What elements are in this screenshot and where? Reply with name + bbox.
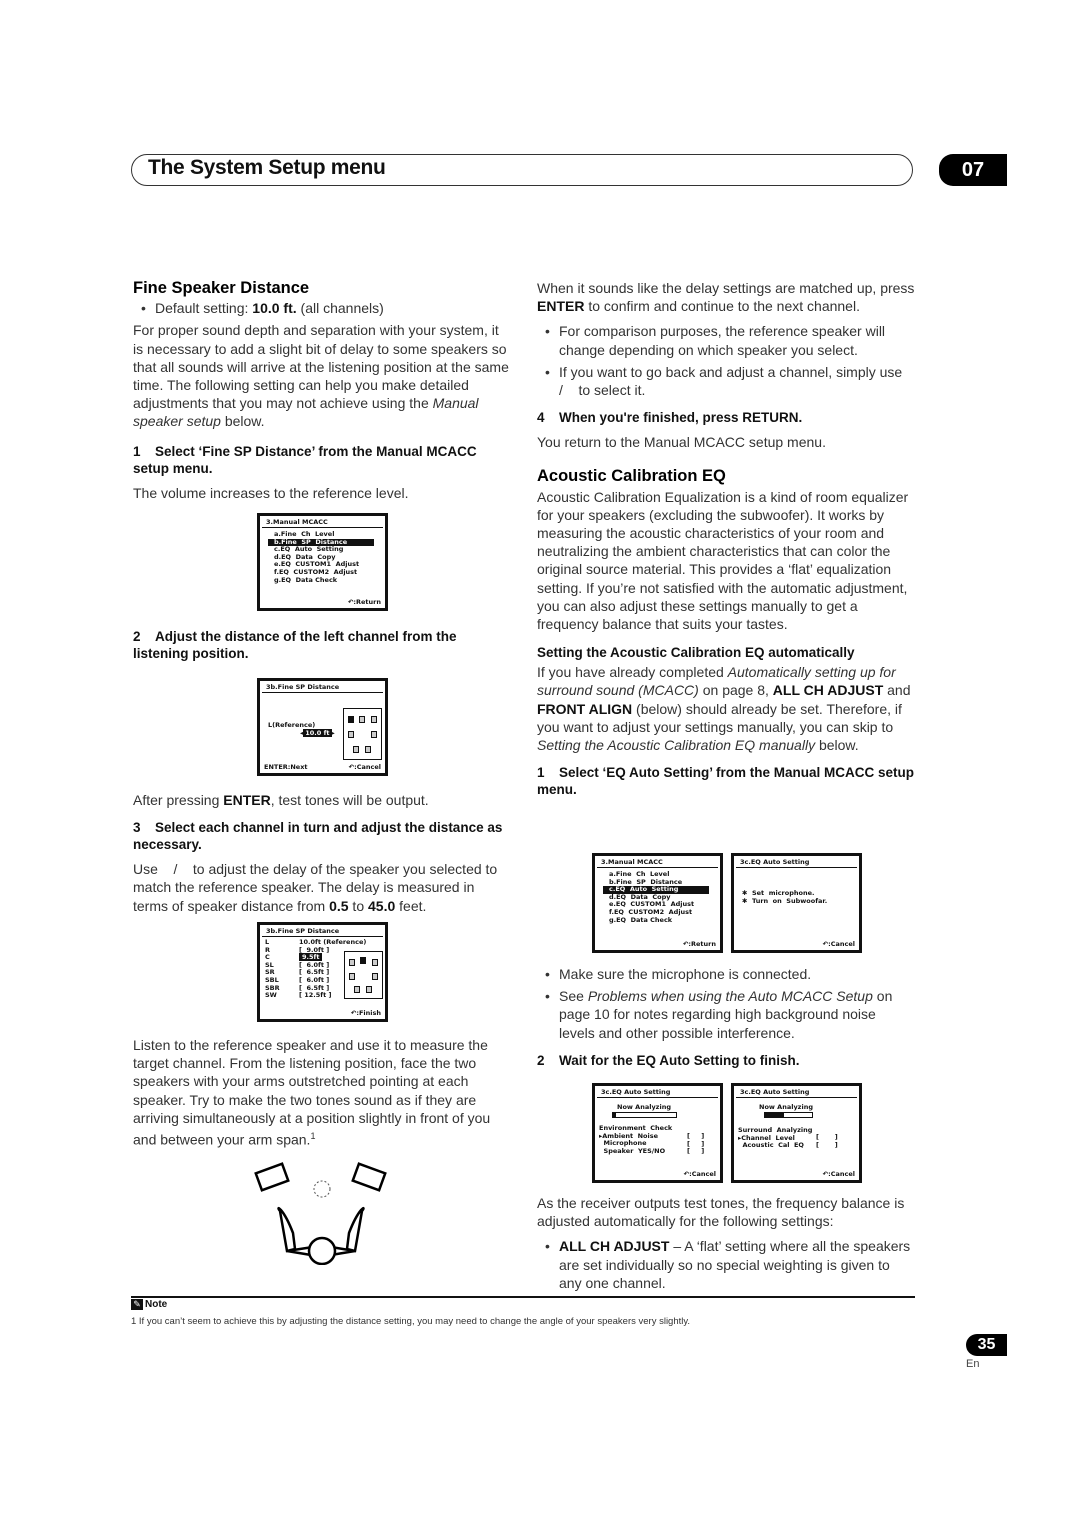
section-title-fine-speaker-distance: Fine Speaker Distance: [133, 279, 310, 297]
step-3-heading: 3 Select each channel in turn and adjust …: [133, 820, 503, 853]
progress-bar: [612, 1112, 677, 1118]
eq-step-2-heading: 2 Wait for the EQ Auto Setting to finish.: [537, 1052, 800, 1068]
osd-eq-surround-analyzing: 3c.EQ Auto Setting Now Analyzing Surroun…: [731, 1083, 862, 1183]
bullet-comparison: For comparison purposes, the reference s…: [545, 322, 915, 358]
subsection-title-eq-auto: Setting the Acoustic Calibration EQ auto…: [537, 645, 855, 661]
right-column-bottom: As the receiver outputs test tones, the …: [537, 1194, 915, 1298]
footnote-1: 1 If you can’t seem to achieve this by a…: [131, 1316, 691, 1327]
step-4-body: You return to the Manual MCACC setup men…: [537, 434, 826, 451]
speaker-map: [344, 951, 383, 999]
progress-bar: [764, 1112, 813, 1118]
bullet-microphone: Make sure the microphone is connected.: [545, 965, 915, 983]
left-column-mid: After pressing ENTER, test tones will be…: [133, 791, 511, 922]
left-speaker-icon: [254, 1162, 290, 1192]
listener-head-icon: [307, 1236, 337, 1265]
chapter-number-tab: 07: [939, 154, 1007, 186]
after-enter-text: After pressing ENTER, test tones will be…: [133, 792, 429, 808]
osd-instruction: ✱ Turn on Subwoofar.: [742, 896, 828, 905]
right-arm-icon: [345, 1207, 365, 1253]
note-label: Note: [145, 1299, 168, 1310]
step-1-heading: 1 Select ‘Fine SP Distance’ from the Manu…: [133, 443, 477, 476]
default-setting-bullet: Default setting: 10.0 ft. (all channels): [141, 299, 511, 317]
osd-menu-item: g.EQ Data Check: [274, 575, 338, 584]
osd-menu-item: g.EQ Data Check: [609, 915, 673, 924]
listen-block: Listen to the reference speaker and use …: [133, 1036, 511, 1156]
auto-paragraph: If you have already completed Automatica…: [537, 664, 911, 754]
chapter-title: The System Setup menu: [148, 156, 386, 179]
bullet-problems: See Problems when using the Auto MCACC S…: [545, 987, 915, 1042]
osd-eq-environment-check: 3c.EQ Auto Setting Now Analyzing Environ…: [592, 1083, 723, 1183]
step-2-heading: 2 Adjust the distance of the left channel…: [133, 629, 457, 661]
osd-fine-sp-distance-channels: 3b.Fine SP Distance L 10.0ft (Reference) R…: [257, 922, 388, 1022]
matched-paragraph: When it sounds like the delay settings a…: [537, 280, 915, 315]
osd-fine-sp-distance-reference: 3b.Fine SP Distance L(Reference) ◂ 10.0 f…: [257, 678, 388, 776]
listening-position-illustration: [254, 1162, 387, 1265]
listen-paragraph: Listen to the reference speaker and use …: [133, 1037, 491, 1148]
step-1-body: The volume increases to the reference le…: [133, 484, 409, 501]
page-number: 35: [966, 1334, 1007, 1356]
osd-manual-mcacc-menu: 3.Manual MCACC a.Fine Ch Level b.Fine SP…: [257, 513, 388, 611]
arrow-right-icon: ▸: [331, 729, 335, 737]
right-speaker-icon: [351, 1162, 387, 1192]
step-2-block: 2 Adjust the distance of the left channel…: [133, 628, 511, 669]
speaker-map: [343, 708, 382, 760]
osd-manual-mcacc-menu-eq: 3.Manual MCACC a.Fine Ch Level b.Fine SP…: [592, 853, 723, 953]
note-pencil-icon: ✎: [131, 1299, 143, 1310]
eq-step-1-heading: 1 Select ‘EQ Auto Setting’ from the Manua…: [537, 765, 915, 798]
bullet-all-ch-adjust: ALL CH ADJUST – A ‘flat’ setting where a…: [545, 1237, 915, 1292]
final-paragraph: As the receiver outputs test tones, the …: [537, 1195, 905, 1230]
bullet-go-back: If you want to go back and adjust a chan…: [545, 363, 915, 399]
right-column: When it sounds like the delay settings a…: [537, 279, 915, 805]
step-3-body: Use / to adjust the delay of the speaker…: [133, 861, 502, 914]
eq-paragraph: Acoustic Calibration Equalization is a k…: [537, 488, 909, 633]
intro-paragraph: For proper sound depth and separation wi…: [133, 322, 509, 430]
osd-eq-auto-setting-start: 3c.EQ Auto Setting ✱ Set microphone. ✱ T…: [731, 853, 862, 953]
section-title-acoustic-calibration-eq: Acoustic Calibration EQ: [537, 467, 726, 486]
right-column-mid: Make sure the microphone is connected. S…: [537, 965, 915, 1076]
note-divider: [131, 1296, 915, 1298]
left-arm-icon: [277, 1207, 297, 1253]
phantom-center-icon: [313, 1180, 331, 1198]
step-4-heading: 4 When you're finished, press RETURN.: [537, 410, 803, 426]
left-column: Fine Speaker Distance Default setting: 1…: [133, 279, 511, 509]
language-label: En: [966, 1358, 980, 1370]
